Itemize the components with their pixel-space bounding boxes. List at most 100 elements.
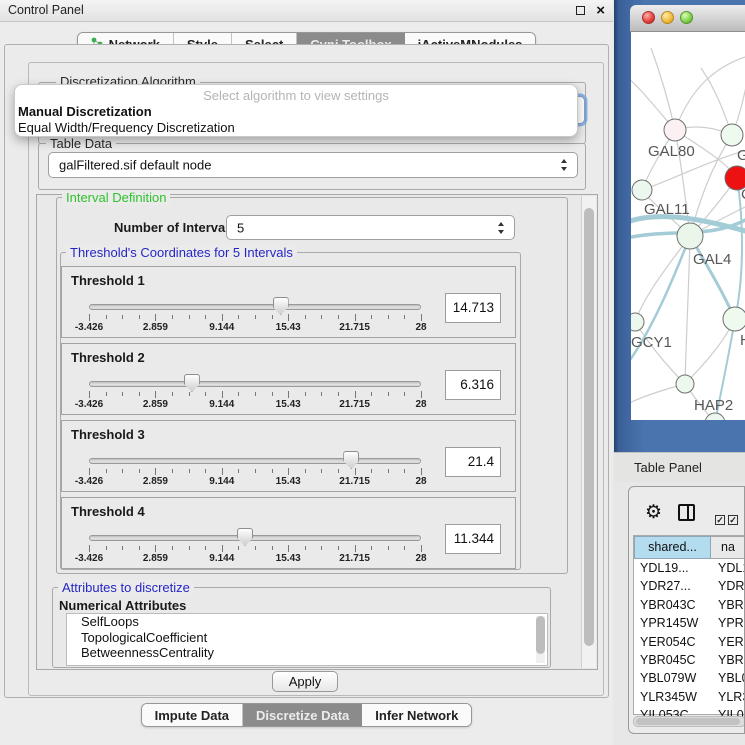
network-edge[interactable] bbox=[690, 236, 735, 319]
threshold-panel: Threshold 3 -3.4262.8599.14415.4321.7152… bbox=[61, 420, 516, 492]
cell-name[interactable]: YBR0 bbox=[711, 596, 745, 614]
attribute-list-item[interactable]: BetweennessCentrality bbox=[67, 645, 547, 661]
column-header-shared-name[interactable]: shared... bbox=[634, 536, 711, 559]
tick-mark bbox=[404, 469, 405, 473]
tick-label: 28 bbox=[391, 322, 451, 333]
threshold-value-field[interactable]: 11.344 bbox=[445, 524, 501, 554]
network-edge[interactable] bbox=[675, 57, 745, 130]
mac-minimize-button[interactable] bbox=[661, 11, 674, 24]
table-row[interactable]: YBR043CYBR0 bbox=[634, 596, 745, 614]
node-attribute-table[interactable]: shared... na YDL19...YDL1YDR27...YDR2YBR… bbox=[633, 535, 745, 715]
threshold-label: Threshold 4 bbox=[71, 504, 145, 519]
cell-shared-name[interactable]: YDR27... bbox=[634, 577, 711, 595]
network-node-gal11[interactable] bbox=[632, 180, 652, 200]
tick-mark bbox=[272, 469, 273, 473]
table-row[interactable]: YBL079WYBL0 bbox=[634, 669, 745, 687]
slider-thumb-icon[interactable] bbox=[184, 374, 200, 392]
network-node-hap2[interactable] bbox=[676, 375, 694, 393]
network-node-gal4[interactable] bbox=[677, 223, 703, 249]
number-of-intervals-combobox[interactable]: 5 bbox=[226, 215, 515, 240]
tick-mark bbox=[288, 391, 289, 398]
column-header-name[interactable]: na bbox=[711, 536, 745, 559]
scrollbar-thumb[interactable] bbox=[536, 616, 545, 654]
tab-discretize-data[interactable]: Discretize Data bbox=[243, 704, 362, 726]
network-edge[interactable] bbox=[635, 236, 690, 322]
column-chooser-icon[interactable] bbox=[678, 504, 695, 521]
checkbox-icon[interactable]: ✓ bbox=[728, 515, 738, 525]
threshold-slider-track[interactable] bbox=[89, 458, 421, 464]
cell-name[interactable]: YLR3 bbox=[711, 688, 745, 706]
slider-thumb-icon[interactable] bbox=[237, 528, 253, 546]
mac-zoom-button[interactable] bbox=[680, 11, 693, 24]
threshold-slider-track[interactable] bbox=[89, 304, 421, 310]
close-icon[interactable]: × bbox=[596, 1, 605, 21]
table-horizontal-scrollbar[interactable] bbox=[633, 716, 745, 727]
tick-mark bbox=[238, 546, 239, 550]
table-row[interactable]: YPR145WYPR1 bbox=[634, 614, 745, 632]
network-canvas[interactable]: GAL80GCGAL11GAL4GCY1HHAP2 bbox=[631, 32, 745, 420]
scrollbar-thumb[interactable] bbox=[636, 718, 740, 725]
threshold-value-field[interactable]: 14.713 bbox=[445, 293, 501, 323]
tick-mark bbox=[305, 315, 306, 319]
cell-shared-name[interactable]: YBL079W bbox=[634, 669, 711, 687]
network-node-label: GAL80 bbox=[648, 143, 695, 160]
cell-name[interactable]: YPR1 bbox=[711, 614, 745, 632]
threshold-slider-track[interactable] bbox=[89, 381, 421, 387]
panel-vertical-scrollbar[interactable] bbox=[581, 196, 596, 668]
threshold-value-field[interactable]: 6.316 bbox=[445, 370, 501, 400]
tab-impute-data[interactable]: Impute Data bbox=[142, 704, 243, 726]
slider-thumb-icon[interactable] bbox=[343, 451, 359, 469]
tick-mark bbox=[421, 314, 422, 321]
threshold-slider-track[interactable] bbox=[89, 535, 421, 541]
attribute-list-item[interactable]: TopologicalCoefficient bbox=[67, 630, 547, 646]
apply-button[interactable]: Apply bbox=[272, 671, 338, 692]
tick-mark bbox=[139, 469, 140, 473]
checkbox-icon[interactable]: ✓ bbox=[715, 515, 725, 525]
table-row[interactable]: YDL19...YDL1 bbox=[634, 559, 745, 577]
popup-item-manual-discretization[interactable]: Manual Discretization bbox=[15, 104, 577, 120]
popup-item-equal-width-frequency[interactable]: Equal Width/Frequency Discretization bbox=[15, 120, 577, 136]
slider-thumb-icon[interactable] bbox=[273, 297, 289, 315]
float-window-icon[interactable] bbox=[576, 6, 585, 15]
network-node-h[interactable] bbox=[723, 307, 745, 331]
cell-shared-name[interactable]: YER054C bbox=[634, 633, 711, 651]
numerical-attributes-list[interactable]: SelfLoopsTopologicalCoefficientBetweenne… bbox=[66, 613, 548, 666]
cell-name[interactable]: YDR2 bbox=[711, 577, 745, 595]
table-row[interactable]: YBR045CYBR0 bbox=[634, 651, 745, 669]
cell-shared-name[interactable]: YPR145W bbox=[634, 614, 711, 632]
threshold-panel: Threshold 4 -3.4262.8599.14415.4321.7152… bbox=[61, 497, 516, 569]
cell-shared-name[interactable]: YDL19... bbox=[634, 559, 711, 577]
cell-shared-name[interactable]: YBR043C bbox=[634, 596, 711, 614]
network-node-gcy1[interactable] bbox=[631, 313, 644, 331]
scrollbar-thumb[interactable] bbox=[584, 208, 594, 646]
cell-shared-name[interactable]: YBR045C bbox=[634, 651, 711, 669]
mac-close-button[interactable] bbox=[642, 11, 655, 24]
cell-name[interactable]: YER0 bbox=[711, 633, 745, 651]
network-edge[interactable] bbox=[685, 236, 690, 384]
gear-icon[interactable]: ⚙ bbox=[645, 503, 662, 522]
network-window-titlebar[interactable] bbox=[630, 5, 745, 32]
table-row[interactable]: YDR27...YDR2 bbox=[634, 577, 745, 595]
cell-name[interactable]: YDL1 bbox=[711, 559, 745, 577]
tab-infer-network[interactable]: Infer Network bbox=[362, 704, 471, 726]
table-data-combobox[interactable]: galFiltered.sif default node bbox=[48, 152, 578, 178]
tick-label: 28 bbox=[391, 399, 451, 410]
algorithm-dropdown-popup: Select algorithm to view settings Manual… bbox=[14, 84, 578, 137]
network-node-gal80[interactable] bbox=[664, 119, 686, 141]
tick-mark bbox=[321, 392, 322, 396]
tick-label: 21.715 bbox=[325, 476, 385, 487]
threshold-value-field[interactable]: 21.4 bbox=[445, 447, 501, 477]
attribute-list-item[interactable]: SelfLoops bbox=[67, 614, 547, 630]
network-node-g[interactable] bbox=[721, 124, 743, 146]
table-panel-header: Table Panel bbox=[614, 452, 745, 482]
cell-name[interactable]: YBL0 bbox=[711, 669, 745, 687]
network-edge[interactable] bbox=[635, 322, 685, 384]
list-vertical-scrollbar[interactable] bbox=[536, 616, 545, 663]
tick-mark bbox=[139, 546, 140, 550]
table-row[interactable]: YLR345WYLR3 bbox=[634, 688, 745, 706]
tick-label: -3.426 bbox=[59, 322, 119, 333]
cell-shared-name[interactable]: YLR345W bbox=[634, 688, 711, 706]
table-row[interactable]: YER054CYER0 bbox=[634, 633, 745, 651]
network-edge[interactable] bbox=[651, 48, 675, 130]
cell-name[interactable]: YBR0 bbox=[711, 651, 745, 669]
